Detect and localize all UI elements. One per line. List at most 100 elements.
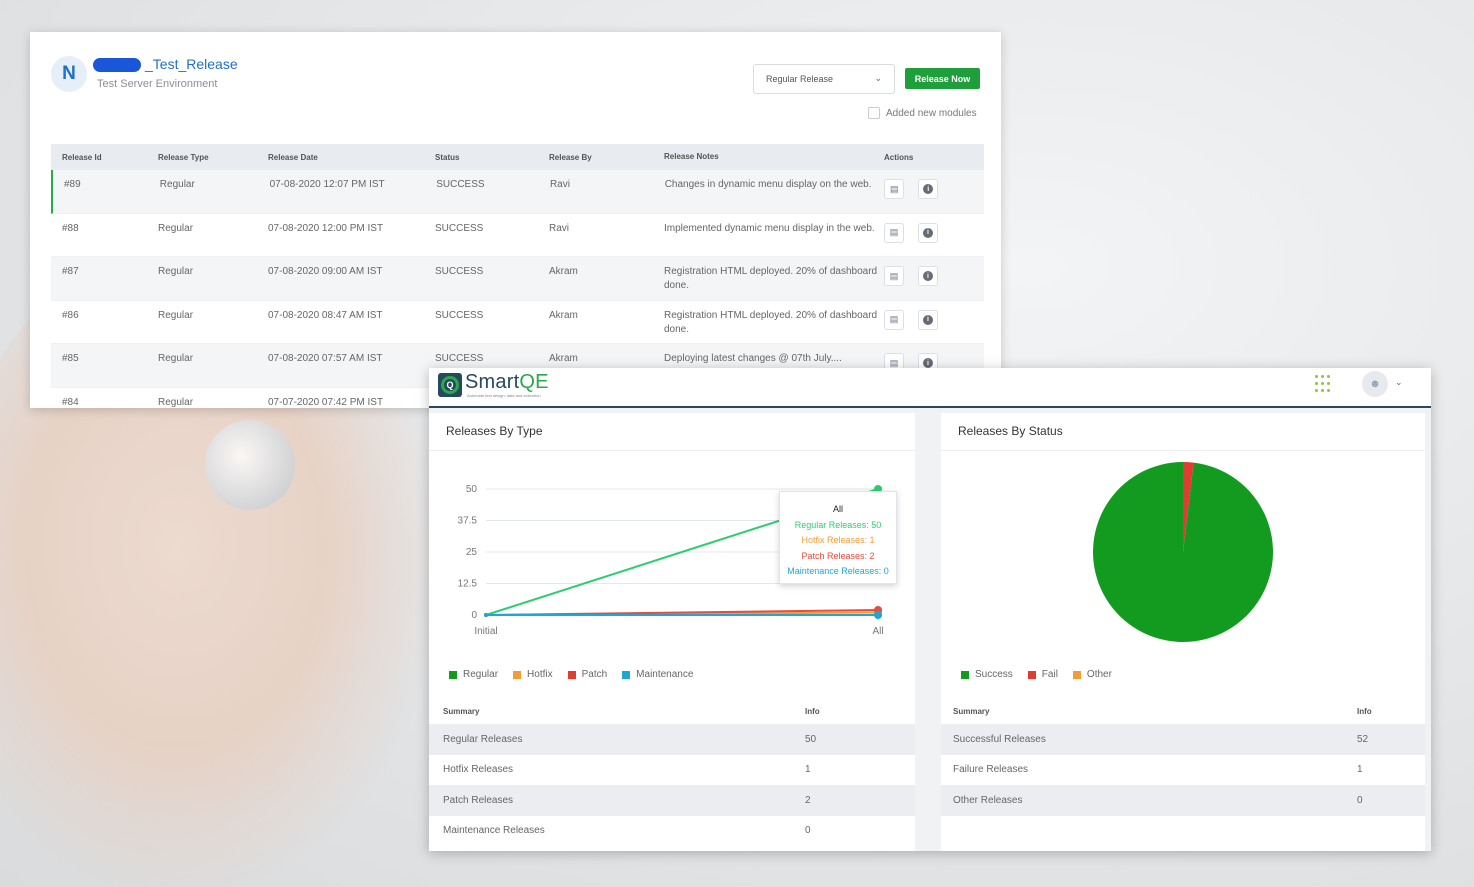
column-header: Summary	[443, 706, 480, 716]
redacted-name	[93, 58, 141, 72]
legend-item-fail[interactable]: Fail	[1027, 669, 1058, 680]
release-notes: Implemented dynamic menu display in the …	[664, 222, 875, 234]
release-by: Akram	[549, 266, 578, 277]
y-tick-label: 25	[466, 547, 478, 558]
release-notes: Registration HTML deployed. 20% of dashb…	[664, 309, 878, 335]
column-header: Info	[805, 706, 820, 716]
logo-tagline: Automate test design, data and execution	[467, 393, 541, 398]
tooltip-patch: Patch Releases: 2	[801, 550, 875, 561]
table-row[interactable]: #87 Regular 07-08-2020 09:00 AM IST SUCC…	[51, 257, 984, 301]
release-now-button[interactable]: Release Now	[905, 68, 980, 89]
summary-label: Maintenance Releases	[443, 825, 545, 837]
dashboard-window: Q SmartQE Automate test design, data and…	[429, 368, 1431, 851]
tooltip-hotfix: Hotfix Releases: 1	[801, 535, 875, 545]
project-avatar: N	[51, 56, 87, 92]
table-row: Maintenance Releases 0	[429, 816, 915, 847]
x-tick-label: Initial	[474, 626, 497, 637]
table-row: Other Releases 0	[941, 785, 1425, 816]
table-row[interactable]: #86 Regular 07-08-2020 08:47 AM IST SUCC…	[51, 301, 984, 344]
legend-item-hotfix[interactable]: Hotfix	[513, 669, 553, 680]
release-status: SUCCESS	[436, 179, 485, 190]
column-header[interactable]: Release Id	[51, 153, 158, 162]
summary-value: 52	[1357, 733, 1369, 745]
table-row[interactable]: #89 Regular 07-08-2020 12:07 PM IST SUCC…	[51, 170, 984, 214]
table-row: Regular Releases 50	[429, 724, 915, 755]
table-row: Failure Releases 1	[941, 755, 1425, 786]
summary-label: Other Releases	[953, 794, 1023, 806]
summary-label: Hotfix Releases	[443, 764, 514, 776]
project-environment: Test Server Environment	[97, 78, 218, 90]
column-header[interactable]: Release Date	[268, 153, 435, 162]
legend-item-maintenance[interactable]: Maintenance	[622, 669, 693, 680]
column-header[interactable]: Status	[435, 153, 549, 162]
panel-title: Releases By Type	[446, 424, 543, 438]
release-window: N _Test_Release Test Server Environment …	[30, 32, 1001, 408]
legend-item-regular[interactable]: Regular	[449, 669, 498, 680]
tooltip-title: All	[832, 504, 843, 514]
user-avatar-icon[interactable]: ☻	[1362, 371, 1388, 397]
row-actions: ▤ i	[884, 266, 984, 286]
release-date: 07-07-2020 07:42 PM IST	[268, 396, 384, 408]
info-icon[interactable]: i	[918, 179, 939, 199]
releases-by-status-panel: Releases By Status Success Fail Other Su…	[941, 413, 1425, 851]
chevron-down-icon: ⌄	[874, 73, 882, 83]
chevron-down-icon[interactable]: ⌄	[1395, 377, 1403, 388]
summary-value: 0	[1357, 794, 1363, 806]
release-type: Regular	[158, 266, 194, 277]
table-header: Summary Info	[941, 698, 1425, 724]
summary-value: 1	[805, 764, 811, 776]
release-type: Regular	[158, 396, 194, 408]
release-type-value: Regular Release	[766, 74, 834, 84]
info-icon[interactable]: i	[918, 309, 938, 330]
summary-value: 0	[805, 825, 811, 837]
column-header[interactable]: Release By	[549, 153, 664, 162]
added-new-modules-checkbox[interactable]	[868, 107, 880, 119]
release-id: #86	[62, 309, 79, 321]
added-new-modules-label: Added new modules	[886, 108, 977, 119]
release-status: SUCCESS	[435, 266, 484, 277]
release-notes: Deploying latest changes @ 07th July....	[664, 353, 842, 364]
building-icon[interactable]: ▤	[884, 179, 905, 199]
release-date: 07-08-2020 12:00 PM IST	[268, 222, 384, 234]
info-icon[interactable]: i	[918, 266, 938, 286]
chart-legend: Success Fail Other	[961, 669, 1112, 680]
row-actions: ▤ i	[884, 179, 984, 199]
legend-item-success[interactable]: Success	[961, 669, 1013, 680]
summary-value: 50	[805, 733, 817, 745]
legend-item-patch[interactable]: Patch	[567, 669, 607, 680]
info-icon[interactable]: i	[918, 222, 938, 243]
building-icon[interactable]: ▤	[884, 309, 904, 330]
release-id: #89	[64, 179, 81, 190]
panel-title: Releases By Status	[958, 424, 1063, 438]
app-logo[interactable]: SmartQE	[465, 371, 549, 394]
release-type-select[interactable]: Regular Release ⌄	[753, 64, 895, 94]
release-by: Akram	[549, 309, 578, 321]
column-header: Info	[1357, 706, 1372, 716]
data-point-maintenance	[874, 611, 882, 619]
chart-tooltip: All Regular Releases: 50 Hotfix Releases…	[779, 491, 897, 584]
status-summary-table: Summary Info Successful Releases 52 Fail…	[941, 698, 1425, 816]
y-tick-label: 50	[466, 484, 478, 495]
release-notes: Changes in dynamic menu display on the w…	[664, 179, 872, 190]
release-by: Ravi	[549, 222, 570, 234]
apps-grid-icon[interactable]	[1315, 375, 1333, 393]
legend-item-other[interactable]: Other	[1072, 669, 1112, 680]
release-status: SUCCESS	[435, 353, 484, 364]
table-header: Summary Info	[429, 698, 915, 724]
table-row[interactable]: #88 Regular 07-08-2020 12:00 PM IST SUCC…	[51, 214, 984, 257]
release-by: Akram	[549, 353, 578, 364]
project-title[interactable]: _Test_Release	[145, 56, 238, 72]
summary-label: Failure Releases	[953, 764, 1029, 776]
column-header[interactable]: Release Type	[158, 153, 268, 162]
building-icon[interactable]: ▤	[884, 222, 904, 243]
y-tick-label: 0	[471, 610, 477, 621]
row-actions: ▤ i	[884, 222, 984, 243]
table-header: Release Id Release Type Release Date Sta…	[51, 144, 984, 170]
summary-label: Patch Releases	[443, 794, 514, 806]
releases-by-type-panel: Releases By Type 0 12.5 25 37.5 50 Initial All…	[429, 413, 915, 851]
building-icon[interactable]: ▤	[884, 266, 904, 286]
release-date: 07-08-2020 09:00 AM IST	[268, 266, 383, 277]
column-header[interactable]: Release Notes	[664, 150, 884, 164]
release-date: 07-08-2020 12:07 PM IST	[269, 179, 385, 190]
release-status: SUCCESS	[435, 222, 484, 234]
